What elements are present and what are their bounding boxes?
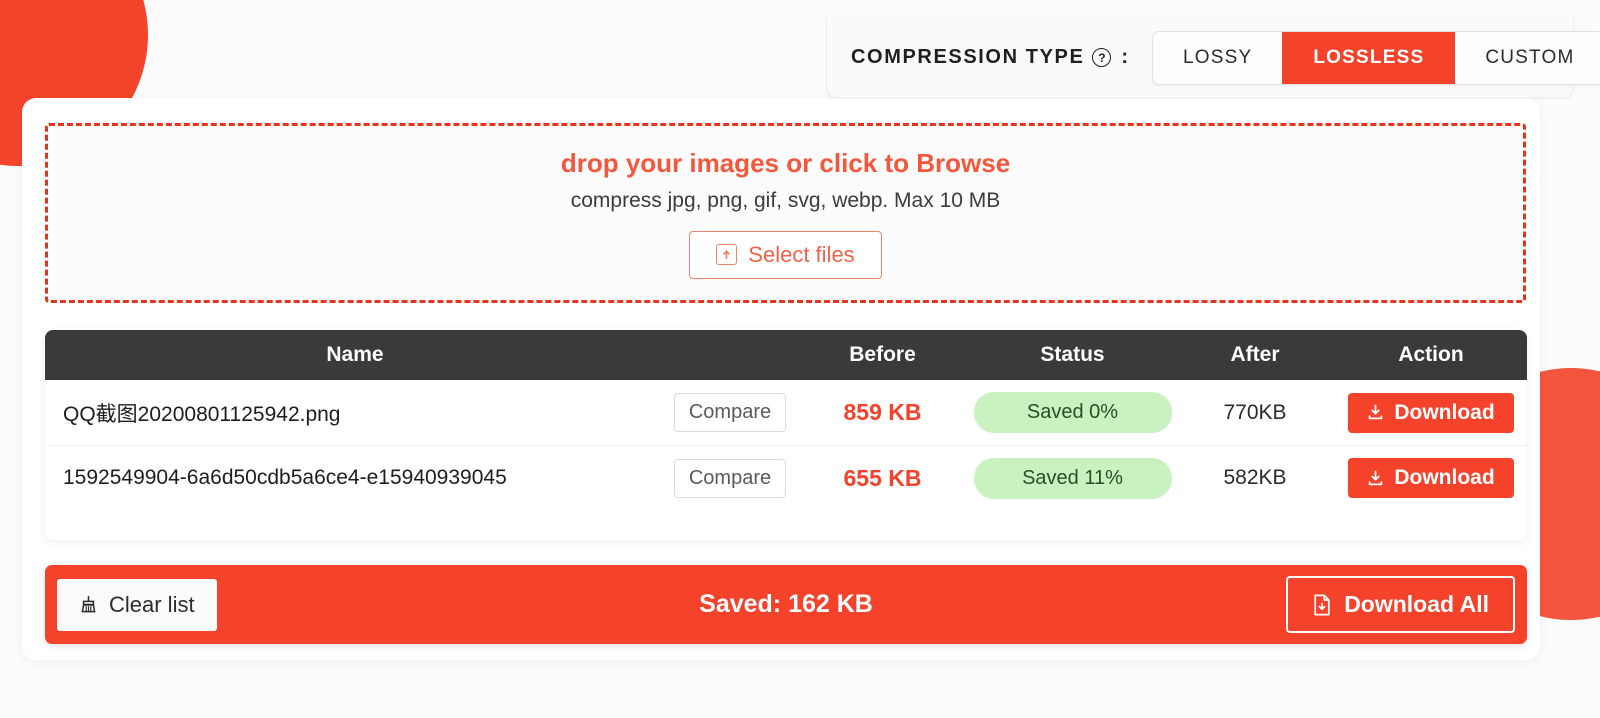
download-icon <box>1367 404 1384 421</box>
compression-type-colon: : <box>1121 46 1130 68</box>
file-dropzone[interactable]: drop your images or click to Browse comp… <box>45 123 1526 303</box>
compression-type-card: COMPRESSION TYPE ? : LOSSY LOSSLESS CUST… <box>826 18 1600 98</box>
compression-type-label: COMPRESSION TYPE ? : <box>851 46 1130 69</box>
status-badge: Saved 0% <box>973 392 1172 433</box>
column-header-after: After <box>1230 343 1280 366</box>
file-name-text: QQ截图20200801125942.png <box>63 402 341 426</box>
clear-list-label: Clear list <box>109 591 195 617</box>
status-cell: Saved 11% <box>970 457 1175 499</box>
action-cell: Download <box>1335 458 1527 498</box>
file-download-icon <box>1312 594 1332 616</box>
status-badge: Saved 11% <box>973 457 1172 499</box>
after-size-value: 582KB <box>1223 466 1287 489</box>
dropzone-title: drop your images or click to Browse <box>560 147 1011 178</box>
select-files-label: Select files <box>748 241 855 267</box>
saved-total-text: Saved: 162 KB <box>699 590 873 618</box>
before-size-value: 655 KB <box>843 464 922 491</box>
column-header-name: Name <box>326 343 384 366</box>
clear-list-button[interactable]: Clear list <box>57 578 217 631</box>
broom-icon <box>79 595 98 614</box>
after-size-value: 770KB <box>1223 400 1287 424</box>
after-size-cell: 582KB <box>1175 466 1335 490</box>
column-header-before: Before <box>849 343 916 366</box>
table-row: 1592549904-6a6d50cdb5a6ce4-e15940939045 … <box>45 445 1527 510</box>
download-icon <box>1367 470 1384 487</box>
compression-option-lossy[interactable]: LOSSY <box>1153 32 1283 84</box>
compression-type-text: COMPRESSION TYPE <box>851 46 1085 68</box>
file-name-cell: 1592549904-6a6d50cdb5a6ce4-e15940939045 <box>45 466 665 490</box>
table-header-row: Name Before Status After Action <box>45 330 1527 380</box>
dropzone-subtitle: compress jpg, png, gif, svg, webp. Max 1… <box>570 188 1001 212</box>
select-files-button[interactable]: Select files <box>689 230 882 279</box>
file-name-cell: QQ截图20200801125942.png <box>45 398 665 428</box>
download-button-label: Download <box>1394 400 1495 424</box>
download-button-label: Download <box>1394 466 1495 489</box>
status-cell: Saved 0% <box>970 392 1175 433</box>
file-list-table: Name Before Status After Action QQ截图2020… <box>45 330 1527 540</box>
compression-option-custom[interactable]: CUSTOM <box>1454 32 1600 84</box>
download-all-label: Download All <box>1344 591 1489 617</box>
column-header-action: Action <box>1398 343 1464 366</box>
column-header-status: Status <box>1040 343 1105 366</box>
download-button[interactable]: Download <box>1348 458 1514 498</box>
page-root: COMPRESSION TYPE ? : LOSSY LOSSLESS CUST… <box>0 0 1600 718</box>
compression-option-lossless[interactable]: LOSSLESS <box>1282 32 1455 84</box>
before-size-value: 859 KB <box>843 399 922 425</box>
download-button[interactable]: Download <box>1348 392 1514 433</box>
table-row: QQ截图20200801125942.png Compare 859 KB Sa… <box>45 380 1527 445</box>
question-circle-icon[interactable]: ? <box>1092 48 1112 67</box>
compare-cell: Compare <box>665 393 795 432</box>
file-name-text: 1592549904-6a6d50cdb5a6ce4-e15940939045 <box>63 466 665 490</box>
after-size-cell: 770KB <box>1175 401 1335 425</box>
download-all-button[interactable]: Download All <box>1286 576 1515 633</box>
action-cell: Download <box>1335 392 1527 433</box>
compression-type-segmented-control[interactable]: LOSSY LOSSLESS CUSTOM <box>1152 31 1600 85</box>
compare-cell: Compare <box>665 458 795 498</box>
compare-button[interactable]: Compare <box>673 393 787 432</box>
before-size-cell: 859 KB <box>795 399 970 426</box>
before-size-cell: 655 KB <box>795 465 970 492</box>
compare-button[interactable]: Compare <box>673 458 787 498</box>
bottom-action-bar: Clear list Saved: 162 KB Download All <box>45 565 1527 644</box>
upload-box-icon <box>716 244 738 265</box>
